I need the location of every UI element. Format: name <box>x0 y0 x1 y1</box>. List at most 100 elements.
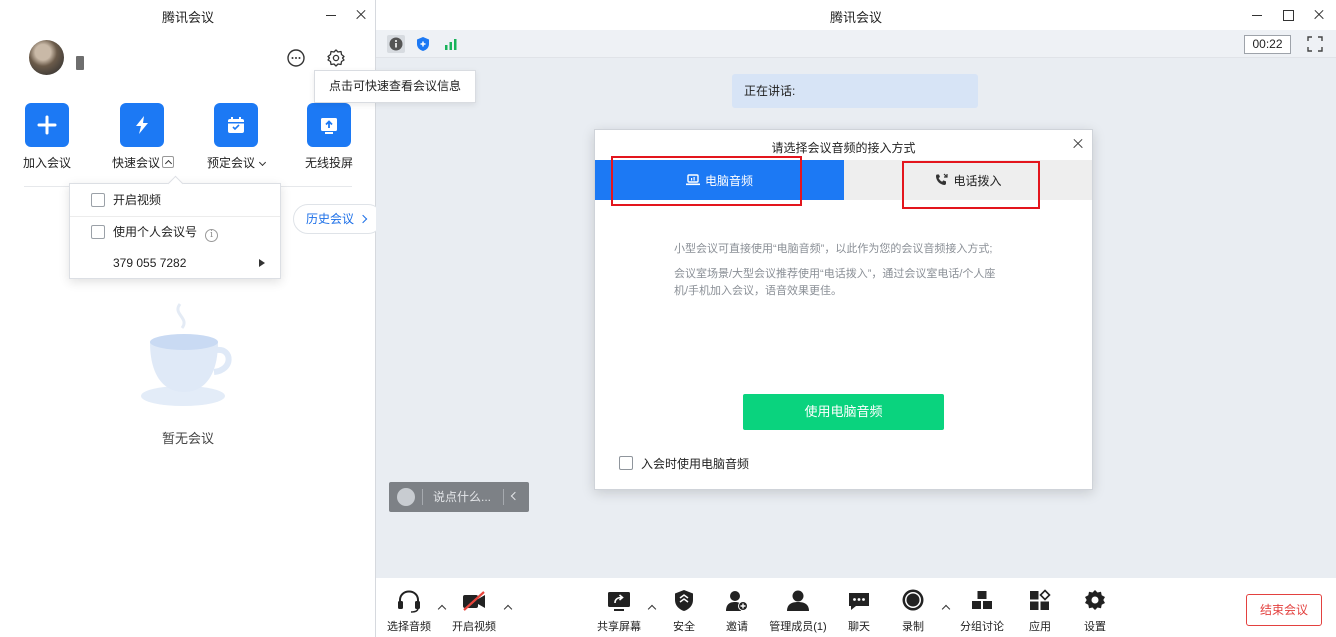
schedule-meeting-button[interactable]: 预定会议 <box>206 103 267 171</box>
share-screen-label: 共享屏幕 <box>597 621 641 633</box>
fullscreen-icon[interactable] <box>1306 35 1324 53</box>
description-line-3: 机/手机加入会议，语音效果更佳。 <box>674 285 843 297</box>
screen-cast-label: 无线投屏 <box>304 156 353 170</box>
record-label: 录制 <box>902 621 924 633</box>
security-button[interactable]: 安全 <box>654 588 714 634</box>
message-icon[interactable] <box>285 47 307 69</box>
meeting-window: 腾讯会议 00:22 正在讲话: 请选择会议音频的接入方式 电脑音频 电话拨入 … <box>376 0 1336 637</box>
start-video-button[interactable]: 开启视频 <box>444 588 504 634</box>
close-icon[interactable] <box>1070 136 1086 152</box>
invite-label: 邀请 <box>726 621 748 633</box>
security-label: 安全 <box>673 621 695 633</box>
invite-icon <box>726 591 748 611</box>
join-with-computer-audio-checkbox[interactable] <box>619 456 633 470</box>
triangle-right-icon <box>259 259 265 267</box>
share-screen-icon <box>608 592 630 611</box>
maximize-button[interactable] <box>1277 4 1299 26</box>
breakout-rooms-label: 分组讨论 <box>960 621 1004 633</box>
personal-id-number: 379 055 7282 <box>113 256 187 270</box>
gear-icon <box>1085 590 1105 610</box>
description-line-2: 会议室场景/大型会议推荐使用“电话拨入”，通过会议室电话/个人座 <box>674 268 996 280</box>
minimize-button[interactable] <box>1246 4 1268 26</box>
emoji-icon[interactable] <box>397 488 415 506</box>
lightning-icon <box>120 103 164 147</box>
select-audio-label: 选择音频 <box>387 621 431 633</box>
enable-video-option[interactable]: 开启视频 <box>70 185 280 215</box>
calendar-icon <box>214 103 258 147</box>
chat-placeholder[interactable]: 说点什么... <box>433 482 491 512</box>
quick-meeting-button[interactable]: 快速会议 <box>112 103 175 171</box>
record-button[interactable]: 录制 <box>883 588 943 634</box>
settings-button[interactable]: 设置 <box>1065 588 1125 634</box>
invite-button[interactable]: 邀请 <box>707 588 767 634</box>
select-audio-button[interactable]: 选择音频 <box>379 588 439 634</box>
personal-id-option[interactable]: 使用个人会议号 i <box>70 217 280 247</box>
start-video-label: 开启视频 <box>452 621 496 633</box>
video-off-icon <box>463 591 485 611</box>
close-button[interactable] <box>350 4 372 26</box>
quick-meeting-label: 快速会议 <box>112 156 161 170</box>
info-icon[interactable] <box>387 35 405 53</box>
history-meetings-button[interactable]: 历史会议 <box>293 204 383 234</box>
apps-button[interactable]: 应用 <box>1010 588 1070 634</box>
enable-video-checkbox[interactable] <box>91 193 105 207</box>
join-meeting-label: 加入会议 <box>22 156 71 170</box>
avatar[interactable] <box>29 40 64 75</box>
personal-id-label: 使用个人会议号 <box>113 225 198 239</box>
user-badge <box>76 56 84 70</box>
highlight-box-computer-audio <box>611 156 802 206</box>
manage-members-label: 管理成员(1) <box>769 621 827 633</box>
meeting-topbar: 00:22 <box>376 30 1336 58</box>
apps-icon <box>1030 589 1051 610</box>
dialog-title: 请选择会议音频的接入方式 <box>771 141 916 155</box>
manage-members-button[interactable]: 管理成员(1) <box>763 588 833 634</box>
quick-meeting-dropdown: 开启视频 使用个人会议号 i 379 055 7282 <box>69 183 281 279</box>
record-options-caret[interactable] <box>941 604 951 614</box>
empty-state-label: 暂无会议 <box>161 431 214 446</box>
chat-input-bar[interactable]: 说点什么... <box>389 482 529 512</box>
gear-icon[interactable] <box>325 47 347 69</box>
members-icon <box>787 590 809 611</box>
headset-icon <box>398 590 420 613</box>
plus-icon <box>25 103 69 147</box>
signal-icon[interactable] <box>442 35 460 53</box>
shield-icon[interactable] <box>414 35 432 53</box>
schedule-meeting-label: 预定会议 <box>206 156 255 170</box>
record-icon <box>902 589 924 611</box>
speaking-indicator: 正在讲话: <box>732 74 978 108</box>
shield-icon <box>675 590 693 611</box>
chat-icon <box>849 593 869 610</box>
personal-id-checkbox[interactable] <box>91 225 105 239</box>
personal-id-number-row[interactable]: 379 055 7282 <box>70 248 280 278</box>
join-meeting-button[interactable]: 加入会议 <box>17 103 77 171</box>
use-computer-audio-button[interactable]: 使用电脑音频 <box>743 394 944 430</box>
meeting-toolbar: 选择音频 开启视频 共享屏幕 安全 邀请 管理成员(1) 聊天 录制 分组讨论 … <box>376 578 1336 637</box>
screen-cast-button[interactable]: 无线投屏 <box>299 103 359 171</box>
empty-cup-icon <box>141 303 232 406</box>
breakout-icon <box>972 591 992 609</box>
share-screen-button[interactable]: 共享屏幕 <box>589 588 649 634</box>
close-button[interactable] <box>1308 4 1330 26</box>
chat-label: 聊天 <box>848 621 870 633</box>
video-options-caret[interactable] <box>503 604 513 614</box>
chat-separator <box>422 489 423 505</box>
end-meeting-button[interactable]: 结束会议 <box>1246 594 1322 626</box>
chevron-up-icon[interactable] <box>162 156 175 168</box>
home-titlebar: 腾讯会议 <box>0 0 376 30</box>
chat-separator <box>503 489 504 505</box>
apps-label: 应用 <box>1029 621 1051 633</box>
join-with-computer-audio-option[interactable]: 入会时使用电脑音频 <box>619 456 749 472</box>
chevron-down-icon[interactable] <box>258 158 267 167</box>
info-icon[interactable]: i <box>205 229 219 242</box>
highlight-box-phone-dial-in <box>902 161 1040 209</box>
screen-cast-icon <box>307 103 351 147</box>
meeting-info-tooltip: 点击可快速查看会议信息 <box>314 70 476 103</box>
breakout-rooms-button[interactable]: 分组讨论 <box>952 588 1012 634</box>
description-line-1: 小型会议可直接使用“电脑音频”，以此作为您的会议音频接入方式; <box>674 243 993 255</box>
minimize-button[interactable] <box>320 4 342 26</box>
enable-video-label: 开启视频 <box>113 193 162 207</box>
settings-label: 设置 <box>1084 621 1106 633</box>
meeting-window-title: 腾讯会议 <box>829 10 882 25</box>
collapse-icon[interactable] <box>510 491 520 501</box>
chat-button[interactable]: 聊天 <box>829 588 889 634</box>
